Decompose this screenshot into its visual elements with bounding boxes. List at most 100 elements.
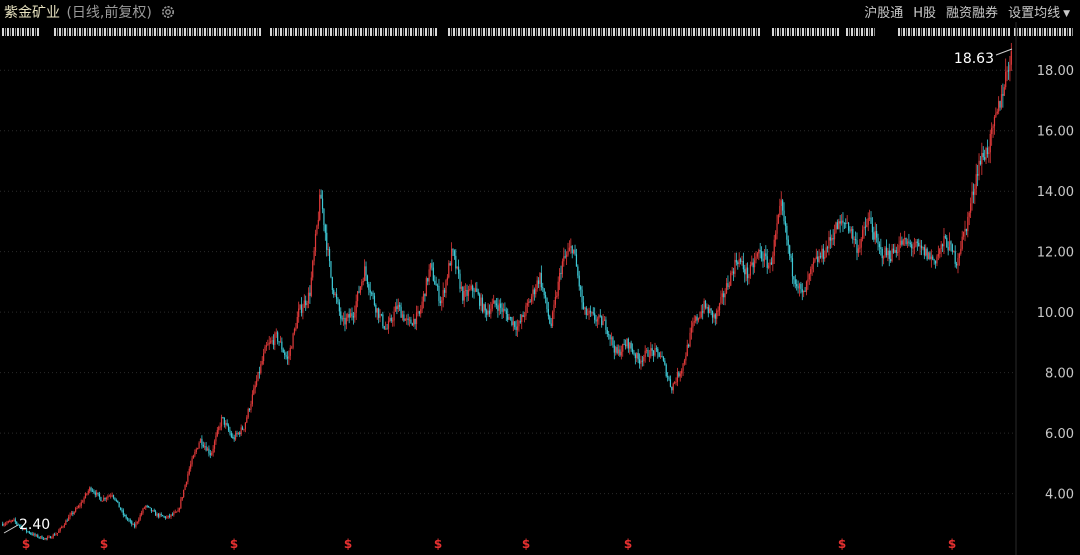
candle — [261, 361, 263, 365]
candle — [334, 293, 336, 295]
candle — [843, 222, 845, 224]
candle — [386, 328, 388, 330]
candle — [783, 210, 785, 222]
candle — [871, 223, 874, 233]
candle — [780, 200, 782, 206]
candle — [453, 250, 455, 256]
candle — [592, 312, 594, 314]
candle — [877, 237, 879, 245]
candle — [518, 321, 520, 327]
dividend-marker[interactable]: $ — [522, 537, 530, 551]
candle — [292, 333, 294, 348]
candle — [4, 523, 7, 525]
candle — [1007, 70, 1010, 72]
candle — [916, 241, 918, 243]
candle — [452, 248, 454, 251]
candle — [697, 318, 700, 321]
candle — [126, 518, 129, 520]
candle — [410, 319, 412, 324]
candle — [365, 266, 367, 276]
candle — [744, 269, 746, 275]
candle — [696, 316, 698, 321]
dividend-marker[interactable]: $ — [100, 537, 108, 551]
high-price-label: 18.63 — [954, 51, 994, 67]
dividend-marker[interactable]: $ — [22, 537, 30, 551]
candle — [766, 256, 768, 268]
candle — [566, 254, 568, 257]
candle — [688, 344, 690, 347]
candle — [906, 241, 909, 245]
candle — [699, 317, 701, 319]
candle — [417, 311, 419, 313]
candle — [233, 437, 235, 440]
candle — [251, 394, 253, 404]
candle — [420, 309, 422, 314]
candle — [895, 250, 897, 253]
candle — [508, 317, 510, 320]
candle — [890, 258, 892, 262]
candle — [894, 250, 896, 253]
candle — [577, 266, 579, 276]
candle — [751, 262, 753, 265]
candle — [934, 260, 937, 264]
candle — [899, 240, 902, 246]
dividend-marker[interactable]: $ — [624, 537, 632, 551]
candle — [808, 274, 810, 280]
candle — [878, 244, 881, 248]
candle — [516, 326, 519, 330]
candle — [892, 248, 895, 253]
dividend-marker[interactable]: $ — [948, 537, 956, 551]
candle — [978, 160, 980, 176]
candle — [110, 495, 112, 497]
candle — [631, 348, 634, 353]
candle — [775, 233, 777, 240]
candle — [821, 248, 823, 258]
candle — [115, 500, 117, 502]
candle — [407, 318, 409, 320]
candle — [650, 348, 652, 357]
candle — [957, 257, 959, 266]
candle — [319, 194, 321, 220]
candle — [313, 250, 315, 262]
candle — [34, 533, 36, 536]
candle — [623, 343, 625, 345]
candle — [796, 284, 798, 287]
candle — [354, 312, 356, 318]
candle — [239, 432, 241, 435]
candle — [636, 352, 638, 359]
candle — [176, 511, 178, 513]
candle — [732, 271, 735, 274]
candle — [497, 305, 499, 311]
candle — [338, 302, 340, 312]
candle — [866, 224, 868, 228]
candle — [602, 320, 604, 326]
dividend-marker[interactable]: $ — [434, 537, 442, 551]
candle — [658, 352, 660, 357]
candle — [415, 312, 418, 325]
candle — [323, 208, 325, 225]
candle — [817, 256, 819, 262]
dividend-marker[interactable]: $ — [230, 537, 238, 551]
candle — [537, 280, 540, 284]
candle — [770, 262, 773, 265]
candle — [689, 332, 691, 347]
candle — [103, 497, 105, 501]
candle — [570, 246, 572, 248]
candle — [347, 314, 349, 318]
candle — [741, 261, 743, 263]
candle — [82, 501, 84, 503]
candle — [525, 305, 527, 316]
candle — [735, 259, 737, 263]
candle — [282, 349, 284, 353]
candle — [321, 198, 324, 209]
candle — [309, 292, 311, 296]
candle — [244, 422, 246, 430]
dividend-marker[interactable]: $ — [838, 537, 846, 551]
candle — [807, 279, 809, 282]
candle — [198, 442, 200, 449]
candle — [83, 498, 85, 502]
candle — [546, 297, 548, 310]
dividend-marker[interactable]: $ — [344, 537, 352, 551]
candle — [869, 217, 871, 219]
candle — [246, 417, 248, 423]
